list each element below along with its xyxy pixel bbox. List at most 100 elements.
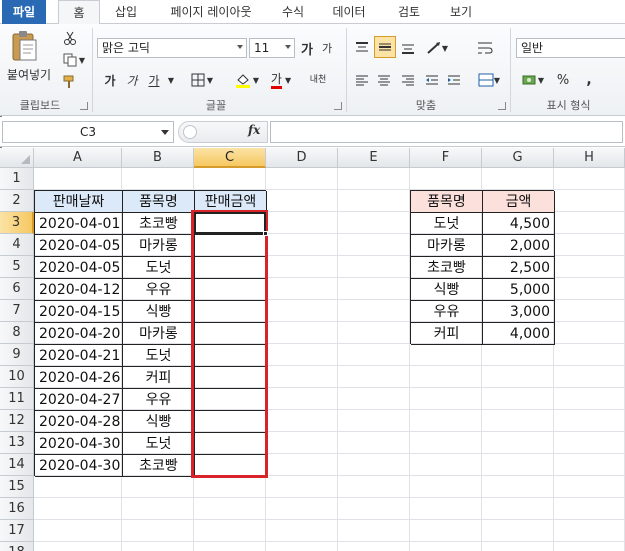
row-header-6[interactable]: 6 [0,278,34,300]
name-box[interactable]: C3 [2,121,174,143]
sales-item-cell[interactable]: 커피 [123,367,195,389]
sales-date-cell[interactable]: 2020-04-26 [35,367,123,389]
tab-data[interactable]: 데이터 [324,0,374,24]
increase-indent-icon[interactable] [444,70,464,90]
row-header-12[interactable]: 12 [0,410,34,432]
sales-amount-cell[interactable] [195,257,267,279]
fill-handle[interactable] [263,231,268,236]
row-header-3[interactable]: 3 [0,212,34,234]
sales-amount-cell[interactable] [195,345,267,367]
italic-button[interactable]: 가 [122,70,142,90]
sales-item-cell[interactable]: 식빵 [123,411,195,433]
price-amount-cell[interactable]: 2,500 [483,257,555,279]
sales-header-cell[interactable]: 판매날짜 [35,191,123,213]
borders-button[interactable]: ▼ [188,70,216,90]
paste-button[interactable] [8,28,40,64]
sales-item-cell[interactable]: 식빵 [123,301,195,323]
sales-amount-cell[interactable] [195,301,267,323]
decrease-indent-icon[interactable] [422,70,442,90]
row-header-1[interactable]: 1 [0,168,34,190]
tab-file[interactable]: 파일 [2,0,46,24]
font-size-combo[interactable]: 11 [249,38,295,58]
row-header-17[interactable]: 17 [0,520,34,542]
shrink-font-button[interactable]: 가 [318,38,336,58]
column-header-g[interactable]: G [482,148,554,168]
insert-function-icon[interactable]: fx [248,123,260,137]
sales-date-cell[interactable]: 2020-04-30 [35,433,123,455]
bold-button[interactable]: 가 [100,70,120,90]
sales-amount-cell[interactable] [195,411,267,433]
wrap-text-icon[interactable] [474,38,496,58]
select-all-button[interactable] [0,148,34,168]
align-right-icon[interactable] [398,70,418,90]
sales-date-cell[interactable]: 2020-04-20 [35,323,123,345]
sales-item-cell[interactable]: 마카롱 [123,323,195,345]
column-header-d[interactable]: D [266,148,338,168]
sales-item-cell[interactable]: 초코빵 [123,213,195,235]
align-top-icon[interactable] [352,38,372,58]
paste-label[interactable]: 붙여넣기 [4,66,54,82]
column-header-h[interactable]: H [554,148,625,168]
row-header-2[interactable]: 2 [0,190,34,212]
sales-date-cell[interactable]: 2020-04-12 [35,279,123,301]
column-header-b[interactable]: B [122,148,194,168]
font-color-button[interactable]: 가 ▼ [266,70,296,90]
sales-amount-cell[interactable] [195,367,267,389]
font-name-combo[interactable]: 맑은 고딕 [97,38,247,58]
sales-amount-cell[interactable] [195,235,267,257]
row-header-10[interactable]: 10 [0,366,34,388]
sales-item-cell[interactable]: 마카롱 [123,235,195,257]
column-header-e[interactable]: E [338,148,410,168]
format-painter-icon[interactable] [62,74,78,90]
underline-dropdown-icon[interactable]: ▼ [166,70,176,90]
percent-style-button[interactable]: % [554,70,572,90]
row-header-5[interactable]: 5 [0,256,34,278]
accounting-format-button[interactable]: ▼ [518,70,548,90]
fill-color-button[interactable]: ▼ [232,70,262,90]
price-header-cell[interactable]: 품목명 [411,191,483,213]
sales-date-cell[interactable]: 2020-04-30 [35,455,123,477]
align-bottom-icon[interactable] [398,38,418,58]
column-header-c[interactable]: C [194,148,266,168]
sales-item-cell[interactable]: 우유 [123,279,195,301]
sales-item-cell[interactable]: 우유 [123,389,195,411]
sales-header-cell[interactable]: 판매금액 [195,191,267,213]
price-item-cell[interactable]: 마카롱 [411,235,483,257]
sales-date-cell[interactable]: 2020-04-27 [35,389,123,411]
sales-amount-cell[interactable] [195,455,267,477]
sales-date-cell[interactable]: 2020-04-15 [35,301,123,323]
align-left-icon[interactable] [352,70,372,90]
row-header-8[interactable]: 8 [0,322,34,344]
sales-item-cell[interactable]: 도넛 [123,345,195,367]
price-amount-cell[interactable]: 4,000 [483,323,555,345]
sales-date-cell[interactable]: 2020-04-28 [35,411,123,433]
sales-amount-cell[interactable] [195,213,267,235]
sales-item-cell[interactable]: 도넛 [123,433,195,455]
sales-amount-cell[interactable] [195,389,267,411]
price-amount-cell[interactable]: 4,500 [483,213,555,235]
price-item-cell[interactable]: 도넛 [411,213,483,235]
align-middle-icon[interactable] [374,36,396,58]
row-header-18[interactable]: 18 [0,542,34,551]
price-item-cell[interactable]: 초코빵 [411,257,483,279]
copy-icon[interactable]: ▼ [62,52,86,68]
cut-icon[interactable] [62,30,78,46]
tab-formulas[interactable]: 수식 [272,0,314,24]
orientation-icon[interactable]: ▼ [424,38,450,58]
clipboard-launcher-icon[interactable] [80,102,88,110]
number-format-combo[interactable]: 일반 [516,38,625,58]
grow-font-button[interactable]: 가 [298,38,316,58]
row-header-16[interactable]: 16 [0,498,34,520]
sales-header-cell[interactable]: 품목명 [123,191,195,213]
row-header-11[interactable]: 11 [0,388,34,410]
sales-date-cell[interactable]: 2020-04-05 [35,257,123,279]
font-launcher-icon[interactable] [334,102,342,110]
underline-button[interactable]: 가 [144,70,164,90]
tab-review[interactable]: 검토 [388,0,430,24]
price-amount-cell[interactable]: 3,000 [483,301,555,323]
sales-date-cell[interactable]: 2020-04-01 [35,213,123,235]
sales-amount-cell[interactable] [195,433,267,455]
align-center-icon[interactable] [374,70,394,90]
column-header-a[interactable]: A [34,148,122,168]
formula-input[interactable] [270,121,623,143]
